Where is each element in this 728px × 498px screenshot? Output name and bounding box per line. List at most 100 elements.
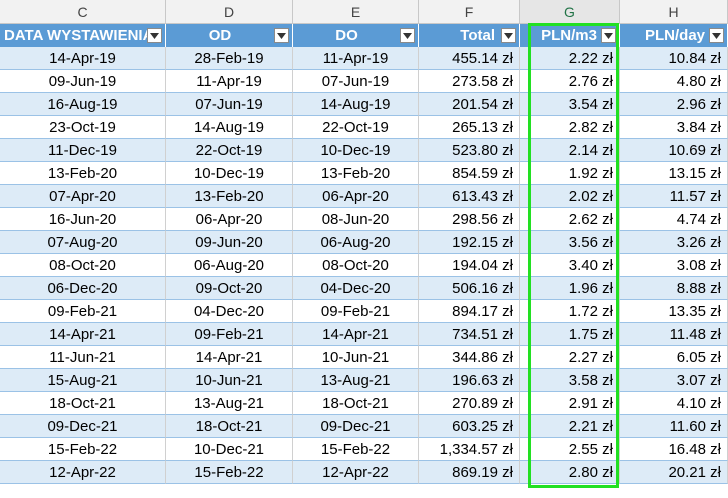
- cell-do[interactable]: 15-Feb-22: [293, 438, 419, 461]
- cell-od[interactable]: 09-Jun-20: [166, 231, 293, 254]
- cell-do[interactable]: 22-Oct-19: [293, 116, 419, 139]
- cell-total[interactable]: 192.15 zł: [419, 231, 520, 254]
- cell-pln-day[interactable]: 4.74 zł: [620, 208, 728, 231]
- cell-total[interactable]: 201.54 zł: [419, 93, 520, 116]
- cell-total[interactable]: 734.51 zł: [419, 323, 520, 346]
- cell-do[interactable]: 10-Jun-21: [293, 346, 419, 369]
- cell-pln-m3[interactable]: 2.80 zł: [520, 461, 620, 484]
- cell-do[interactable]: 08-Jun-20: [293, 208, 419, 231]
- cell-total[interactable]: 603.25 zł: [419, 415, 520, 438]
- cell-od[interactable]: 28-Feb-19: [166, 47, 293, 70]
- cell-od[interactable]: 10-Dec-19: [166, 162, 293, 185]
- cell-total[interactable]: 196.63 zł: [419, 369, 520, 392]
- cell-data-wystawienia[interactable]: 18-Oct-21: [0, 392, 166, 415]
- cell-data-wystawienia[interactable]: 09-Dec-21: [0, 415, 166, 438]
- cell-data-wystawienia[interactable]: 15-Feb-22: [0, 438, 166, 461]
- cell-pln-m3[interactable]: 3.54 zł: [520, 93, 620, 116]
- cell-data-wystawienia[interactable]: 13-Feb-20: [0, 162, 166, 185]
- cell-od[interactable]: 13-Feb-20: [166, 185, 293, 208]
- cell-pln-day[interactable]: 20.21 zł: [620, 461, 728, 484]
- cell-pln-day[interactable]: 3.84 zł: [620, 116, 728, 139]
- cell-od[interactable]: 06-Aug-20: [166, 254, 293, 277]
- cell-pln-day[interactable]: 3.26 zł: [620, 231, 728, 254]
- filter-button[interactable]: [601, 28, 616, 43]
- cell-data-wystawienia[interactable]: 14-Apr-21: [0, 323, 166, 346]
- cell-pln-m3[interactable]: 2.76 zł: [520, 70, 620, 93]
- column-header-h[interactable]: H: [620, 0, 728, 24]
- column-header-c[interactable]: C: [0, 0, 166, 24]
- cell-total[interactable]: 265.13 zł: [419, 116, 520, 139]
- cell-pln-m3[interactable]: 2.02 zł: [520, 185, 620, 208]
- cell-data-wystawienia[interactable]: 12-Apr-22: [0, 461, 166, 484]
- cell-od[interactable]: 18-Oct-21: [166, 415, 293, 438]
- cell-data-wystawienia[interactable]: 07-Apr-20: [0, 185, 166, 208]
- cell-pln-m3[interactable]: 2.27 zł: [520, 346, 620, 369]
- filter-button[interactable]: [709, 28, 724, 43]
- cell-do[interactable]: 14-Apr-21: [293, 323, 419, 346]
- cell-do[interactable]: 06-Aug-20: [293, 231, 419, 254]
- cell-od[interactable]: 15-Feb-22: [166, 461, 293, 484]
- cell-total[interactable]: 273.58 zł: [419, 70, 520, 93]
- cell-do[interactable]: 07-Jun-19: [293, 70, 419, 93]
- cell-pln-m3[interactable]: 2.62 zł: [520, 208, 620, 231]
- cell-total[interactable]: 613.43 zł: [419, 185, 520, 208]
- column-header-d[interactable]: D: [166, 0, 293, 24]
- cell-do[interactable]: 06-Apr-20: [293, 185, 419, 208]
- cell-do[interactable]: 11-Apr-19: [293, 47, 419, 70]
- cell-pln-m3[interactable]: 2.14 zł: [520, 139, 620, 162]
- filter-button[interactable]: [147, 28, 162, 43]
- cell-total[interactable]: 270.89 zł: [419, 392, 520, 415]
- cell-pln-day[interactable]: 8.88 zł: [620, 277, 728, 300]
- cell-pln-day[interactable]: 6.05 zł: [620, 346, 728, 369]
- cell-od[interactable]: 14-Apr-21: [166, 346, 293, 369]
- cell-data-wystawienia[interactable]: 16-Aug-19: [0, 93, 166, 116]
- filter-button[interactable]: [400, 28, 415, 43]
- cell-total[interactable]: 894.17 zł: [419, 300, 520, 323]
- cell-pln-day[interactable]: 13.15 zł: [620, 162, 728, 185]
- cell-total[interactable]: 455.14 zł: [419, 47, 520, 70]
- cell-data-wystawienia[interactable]: 06-Dec-20: [0, 277, 166, 300]
- cell-pln-m3[interactable]: 3.40 zł: [520, 254, 620, 277]
- cell-data-wystawienia[interactable]: 16-Jun-20: [0, 208, 166, 231]
- cell-data-wystawienia[interactable]: 07-Aug-20: [0, 231, 166, 254]
- cell-od[interactable]: 06-Apr-20: [166, 208, 293, 231]
- cell-pln-m3[interactable]: 1.72 zł: [520, 300, 620, 323]
- cell-pln-day[interactable]: 11.57 zł: [620, 185, 728, 208]
- filter-button[interactable]: [501, 28, 516, 43]
- cell-pln-m3[interactable]: 1.75 zł: [520, 323, 620, 346]
- cell-total[interactable]: 523.80 zł: [419, 139, 520, 162]
- cell-pln-day[interactable]: 10.84 zł: [620, 47, 728, 70]
- cell-od[interactable]: 22-Oct-19: [166, 139, 293, 162]
- cell-do[interactable]: 10-Dec-19: [293, 139, 419, 162]
- cell-data-wystawienia[interactable]: 11-Jun-21: [0, 346, 166, 369]
- cell-total[interactable]: 506.16 zł: [419, 277, 520, 300]
- cell-data-wystawienia[interactable]: 11-Dec-19: [0, 139, 166, 162]
- cell-pln-m3[interactable]: 2.91 zł: [520, 392, 620, 415]
- cell-do[interactable]: 08-Oct-20: [293, 254, 419, 277]
- cell-total[interactable]: 869.19 zł: [419, 461, 520, 484]
- cell-od[interactable]: 11-Apr-19: [166, 70, 293, 93]
- cell-data-wystawienia[interactable]: 09-Feb-21: [0, 300, 166, 323]
- cell-pln-m3[interactable]: 1.96 zł: [520, 277, 620, 300]
- cell-pln-m3[interactable]: 2.22 zł: [520, 47, 620, 70]
- cell-pln-m3[interactable]: 2.82 zł: [520, 116, 620, 139]
- cell-pln-m3[interactable]: 1.92 zł: [520, 162, 620, 185]
- cell-pln-day[interactable]: 4.80 zł: [620, 70, 728, 93]
- cell-total[interactable]: 854.59 zł: [419, 162, 520, 185]
- cell-od[interactable]: 13-Aug-21: [166, 392, 293, 415]
- cell-pln-day[interactable]: 3.07 zł: [620, 369, 728, 392]
- cell-do[interactable]: 14-Aug-19: [293, 93, 419, 116]
- cell-od[interactable]: 10-Jun-21: [166, 369, 293, 392]
- cell-pln-m3[interactable]: 2.21 zł: [520, 415, 620, 438]
- cell-do[interactable]: 09-Feb-21: [293, 300, 419, 323]
- cell-od[interactable]: 14-Aug-19: [166, 116, 293, 139]
- cell-od[interactable]: 07-Jun-19: [166, 93, 293, 116]
- cell-do[interactable]: 04-Dec-20: [293, 277, 419, 300]
- cell-pln-day[interactable]: 16.48 zł: [620, 438, 728, 461]
- cell-total[interactable]: 344.86 zł: [419, 346, 520, 369]
- cell-pln-day[interactable]: 2.96 zł: [620, 93, 728, 116]
- cell-od[interactable]: 09-Oct-20: [166, 277, 293, 300]
- cell-total[interactable]: 298.56 zł: [419, 208, 520, 231]
- cell-do[interactable]: 09-Dec-21: [293, 415, 419, 438]
- cell-data-wystawienia[interactable]: 09-Jun-19: [0, 70, 166, 93]
